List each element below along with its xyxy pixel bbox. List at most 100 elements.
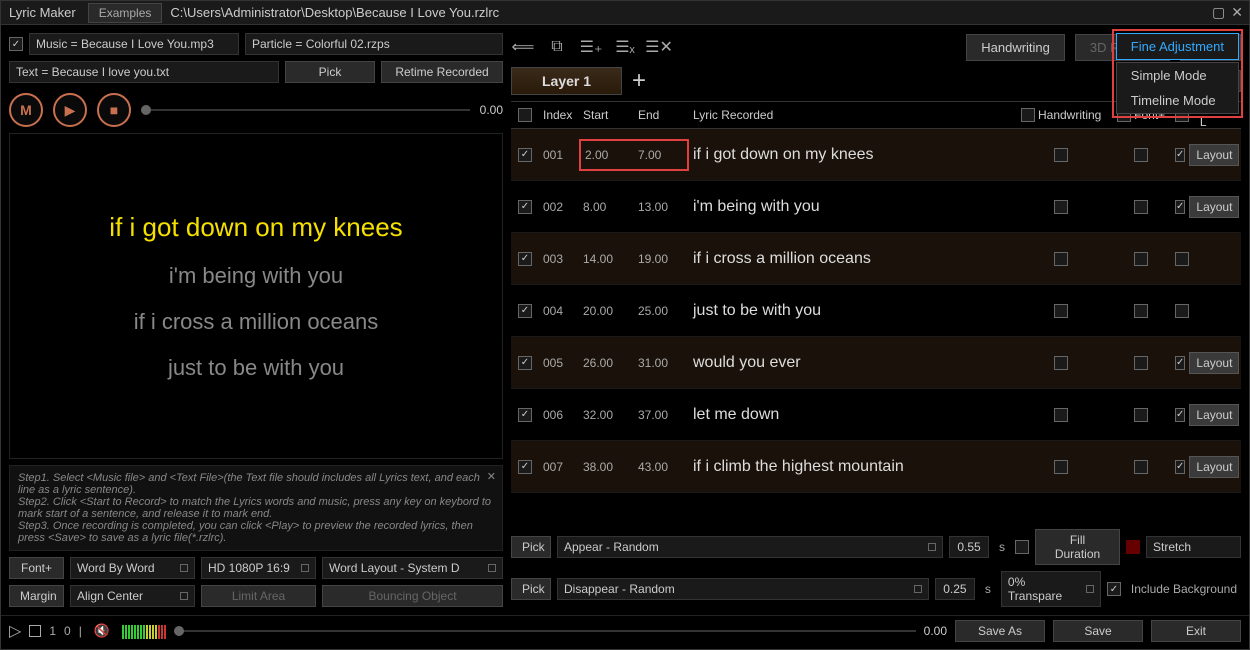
mode-m-button[interactable]: M [9,93,43,127]
row-hw-checkbox[interactable] [1054,408,1068,422]
row-checkbox[interactable] [518,304,532,318]
row-hw-checkbox[interactable] [1054,356,1068,370]
row-checkbox[interactable] [518,200,532,214]
list-clear-icon[interactable]: ☰✕ [647,35,671,59]
text-field[interactable]: Text = Because I love you.txt [9,61,279,83]
layer-tab[interactable]: Layer 1 [511,67,622,95]
music-checkbox[interactable] [9,37,23,51]
row-start[interactable]: 14.00 [579,252,634,266]
row-end[interactable]: 13.00 [634,200,689,214]
layout-button[interactable]: Layout [1189,196,1239,218]
row-checkbox[interactable] [518,356,532,370]
row-layout-checkbox[interactable] [1175,304,1189,318]
row-font-checkbox[interactable] [1134,148,1148,162]
row-start[interactable]: 26.00 [579,356,634,370]
row-end[interactable]: 19.00 [634,252,689,266]
disappear-select[interactable]: Disappear - Random [557,578,929,600]
particle-field[interactable]: Particle = Colorful 02.rzps [245,33,503,55]
fill-duration-button[interactable]: Fill Duration [1035,529,1120,565]
disappear-duration-input[interactable]: 0.25 [935,578,975,600]
bookmark-icon[interactable]: ⧉ [545,35,569,59]
volume-icon[interactable]: 🔇 [90,619,114,643]
margin-button[interactable]: Margin [9,585,64,607]
list-remove-icon[interactable]: ☰ₓ [613,35,637,59]
row-hw-checkbox[interactable] [1054,460,1068,474]
align-select[interactable]: Align Center [70,585,195,607]
exit-button[interactable]: Exit [1151,620,1241,642]
stop-icon[interactable] [29,625,41,637]
row-checkbox[interactable] [518,408,532,422]
select-all-checkbox[interactable] [518,108,532,122]
transparency-select[interactable]: 0% Transpare [1001,571,1101,607]
handwriting-mode-button[interactable]: Handwriting [966,34,1065,61]
row-lyric[interactable]: would you ever [689,354,1011,372]
row-end[interactable]: 31.00 [634,356,689,370]
table-row[interactable]: 0012.007.00if i got down on my kneesLayo… [511,129,1241,181]
word-by-word-select[interactable]: Word By Word [70,557,195,579]
bouncing-object-button[interactable]: Bouncing Object [322,585,503,607]
hw-all-checkbox[interactable] [1021,108,1035,122]
stretch-select[interactable]: Stretch [1146,536,1241,558]
row-end[interactable]: 43.00 [634,460,689,474]
stop-button[interactable]: ■ [97,93,131,127]
row-hw-checkbox[interactable] [1054,304,1068,318]
row-lyric[interactable]: i'm being with you [689,198,1011,216]
font-plus-button[interactable]: Font+ [9,557,64,579]
table-row[interactable]: 00314.0019.00if i cross a million oceans [511,233,1241,285]
examples-button[interactable]: Examples [88,3,163,23]
row-checkbox[interactable] [518,252,532,266]
row-lyric[interactable]: if i cross a million oceans [689,250,1011,268]
play-button[interactable]: ▶ [53,93,87,127]
back-icon[interactable]: ⟸ [511,35,535,59]
row-end[interactable]: 37.00 [634,408,689,422]
row-layout-checkbox[interactable] [1175,460,1185,474]
row-layout-checkbox[interactable] [1175,356,1185,370]
close-icon[interactable]: ✕ [1231,4,1243,21]
row-checkbox[interactable] [518,460,532,474]
retime-button[interactable]: Retime Recorded [381,61,503,83]
table-row[interactable]: 00738.0043.00if i climb the highest moun… [511,441,1241,493]
layout-button[interactable]: Layout [1189,404,1239,426]
row-font-checkbox[interactable] [1134,200,1148,214]
row-font-checkbox[interactable] [1134,460,1148,474]
row-layout-checkbox[interactable] [1175,408,1185,422]
row-start[interactable]: 38.00 [579,460,634,474]
save-as-button[interactable]: Save As [955,620,1045,642]
time-slider[interactable] [141,109,470,111]
include-bg-checkbox[interactable] [1107,582,1121,596]
music-field[interactable]: Music = Because I Love You.mp3 [29,33,239,55]
pick-button[interactable]: Pick [285,61,375,83]
row-hw-checkbox[interactable] [1054,200,1068,214]
row-checkbox[interactable] [518,148,532,162]
row-font-checkbox[interactable] [1134,304,1148,318]
pick-appear-button[interactable]: Pick [511,536,551,558]
table-row[interactable]: 00420.0025.00just to be with you [511,285,1241,337]
row-lyric[interactable]: if i climb the highest mountain [689,458,1011,476]
pick-disappear-button[interactable]: Pick [511,578,551,600]
row-lyric[interactable]: let me down [689,406,1011,424]
layout-button[interactable]: Layout [1189,456,1239,478]
row-hw-checkbox[interactable] [1054,252,1068,266]
simple-mode-item[interactable]: Simple Mode [1117,63,1238,88]
row-lyric[interactable]: if i got down on my knees [689,146,1011,164]
row-layout-checkbox[interactable] [1175,200,1185,214]
row-start[interactable]: 32.00 [579,408,634,422]
fine-adjustment-button[interactable]: Fine Adjustment [1116,33,1239,60]
limit-area-button[interactable]: Limit Area [201,585,316,607]
appear-duration-input[interactable]: 0.55 [949,536,989,558]
row-lyric[interactable]: just to be with you [689,302,1011,320]
row-font-checkbox[interactable] [1134,408,1148,422]
table-row[interactable]: 0028.0013.00i'm being with youLayout [511,181,1241,233]
row-layout-checkbox[interactable] [1175,252,1189,266]
layout-button[interactable]: Layout [1189,144,1239,166]
word-layout-select[interactable]: Word Layout - System D [322,557,503,579]
row-end[interactable]: 7.00 [634,139,689,171]
table-row[interactable]: 00526.0031.00would you everLayout [511,337,1241,389]
add-layer-icon[interactable]: + [632,67,646,95]
appear-select[interactable]: Appear - Random [557,536,943,558]
layout-button[interactable]: Layout [1189,352,1239,374]
row-start[interactable]: 20.00 [579,304,634,318]
row-layout-checkbox[interactable] [1175,148,1185,162]
row-start[interactable]: 8.00 [579,200,634,214]
fill-duration-checkbox[interactable] [1015,540,1029,554]
